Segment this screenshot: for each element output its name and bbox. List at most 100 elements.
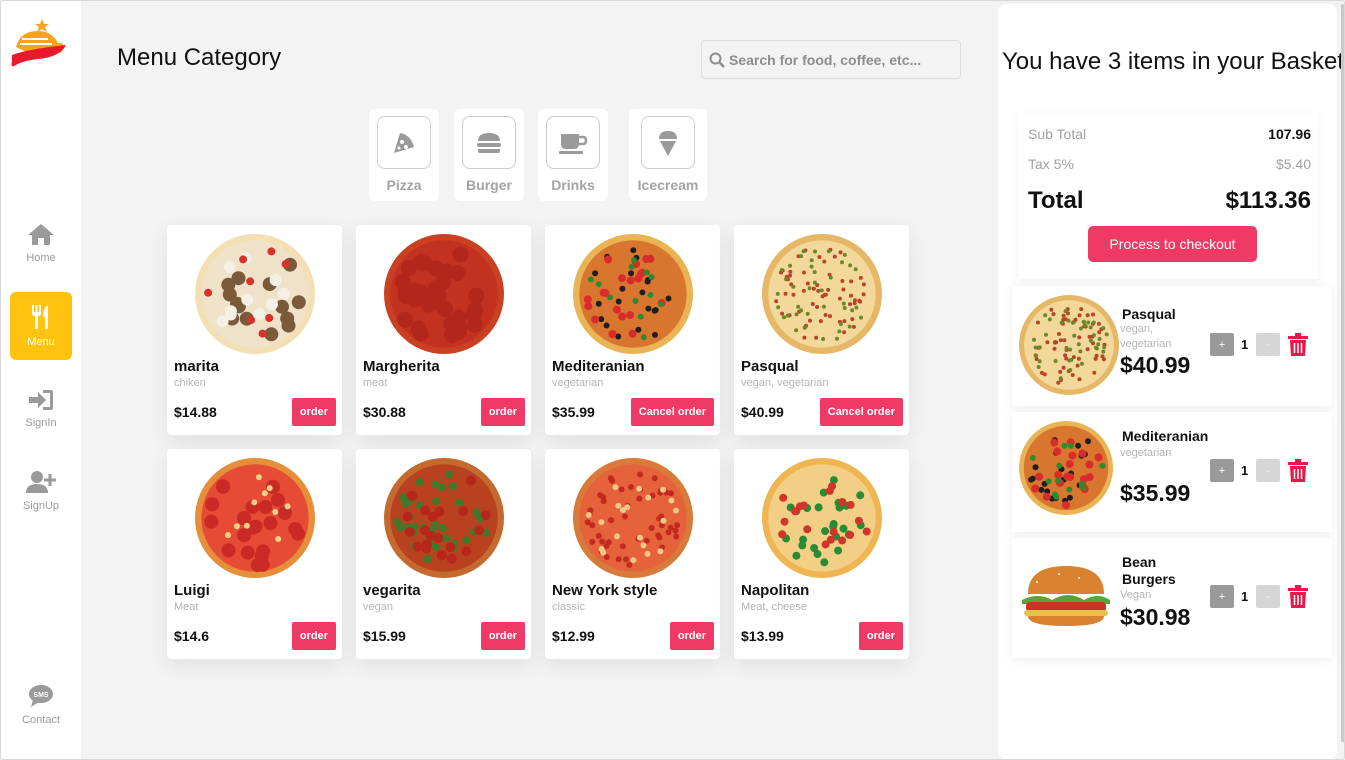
pizza-image xyxy=(1018,294,1120,401)
basket-item-tag: Vegan xyxy=(1120,589,1152,601)
basket-item: Mediteranian vegetarian $35.99 + 1 - xyxy=(1012,412,1332,532)
product-name: Mediteranian xyxy=(552,358,645,375)
basket-summary: Sub Total 107.96 Tax 5% $5.40 Total $113… xyxy=(1018,114,1318,279)
logo xyxy=(11,19,66,67)
pizza-image xyxy=(761,457,883,584)
pizza-image xyxy=(383,233,505,360)
total-row: Total $113.36 xyxy=(1028,187,1311,215)
quantity-value: 1 xyxy=(1241,463,1249,478)
sidebar: Home Menu SignIn SignUp SMS Contact xyxy=(1,1,81,759)
sms-icon: SMS xyxy=(29,685,53,707)
product-card: marita chiken $14.88 order xyxy=(167,225,342,435)
product-price: $35.99 xyxy=(552,404,595,420)
icecream-icon xyxy=(659,130,677,156)
total-value: $113.36 xyxy=(1225,187,1311,214)
product-card: Margherita meat $30.88 order xyxy=(356,225,531,435)
basket-item-name: Mediteranian xyxy=(1122,428,1209,444)
category-icon-box xyxy=(462,116,516,169)
pizza-image xyxy=(761,233,883,360)
product-card: Luigi Meat $14.6 order xyxy=(167,449,342,659)
product-name: Pasqual xyxy=(741,358,799,375)
basket-item-tag: vegan, vegetarian xyxy=(1120,323,1172,350)
trash-icon[interactable] xyxy=(1287,585,1309,609)
subtotal-value: 107.96 xyxy=(1268,126,1311,142)
basket-panel: You have 3 items in your Basket Sub Tota… xyxy=(998,4,1344,759)
product-price: $14.6 xyxy=(174,628,210,644)
fork-knife-icon xyxy=(32,305,48,329)
pizza-image xyxy=(383,457,505,584)
pizza-image xyxy=(1018,420,1114,521)
basket-item: Pasqual vegan, vegetarian $40.99 + 1 - xyxy=(1012,286,1332,406)
product-tag: vegetarian xyxy=(552,377,604,389)
nav-signin[interactable]: SignIn xyxy=(10,375,72,443)
product-card: New York style classic $12.99 order xyxy=(545,449,720,659)
category-icon-box xyxy=(546,116,600,169)
product-card: Mediteranian vegetarian $35.99 Cancel or… xyxy=(545,225,720,435)
total-label: Total xyxy=(1028,187,1084,214)
basket-item-price: $40.99 xyxy=(1120,352,1191,378)
coffee-cup-icon xyxy=(559,133,588,154)
product-tag: chiken xyxy=(174,377,206,389)
order-button[interactable]: order xyxy=(669,622,714,650)
nav-home-label: Home xyxy=(26,252,56,264)
order-button[interactable]: order xyxy=(291,622,336,650)
page-title: Menu Category xyxy=(117,44,282,71)
basket-item-price: $35.99 xyxy=(1120,480,1191,506)
nav-menu[interactable]: Menu xyxy=(10,292,72,360)
product-price: $30.88 xyxy=(363,404,406,420)
product-card: Napolitan Meat, cheese $13.99 order xyxy=(734,449,909,659)
nav-signup-label: SignUp xyxy=(22,500,60,512)
nav-signup[interactable]: SignUp xyxy=(10,457,72,525)
pizza-image xyxy=(572,457,694,584)
burger-image xyxy=(1018,560,1114,635)
decrease-qty-button[interactable]: - xyxy=(1256,585,1280,608)
subtotal-row: Sub Total 107.96 xyxy=(1028,126,1311,142)
category-pizza[interactable]: Pizza xyxy=(369,109,439,201)
increase-qty-button[interactable]: + xyxy=(1210,459,1234,482)
order-button[interactable]: order xyxy=(291,398,336,426)
product-name: New York style xyxy=(552,582,658,599)
nav-home[interactable]: Home xyxy=(10,209,72,277)
product-price: $12.99 xyxy=(552,628,595,644)
subtotal-label: Sub Total xyxy=(1028,126,1087,142)
basket-item-name: Bean Burgers xyxy=(1122,554,1176,587)
decrease-qty-button[interactable]: - xyxy=(1256,333,1280,356)
order-button[interactable]: order xyxy=(480,622,525,650)
product-price: $15.99 xyxy=(363,628,406,644)
scrollbar[interactable] xyxy=(1341,4,1344,742)
basket-item-tag: vegetarian xyxy=(1120,447,1172,459)
product-name: Napolitan xyxy=(741,582,810,599)
category-icecream[interactable]: Icecream xyxy=(629,109,707,201)
category-label: Drinks xyxy=(551,177,595,193)
cancel-order-button[interactable]: Cancel order xyxy=(819,398,903,426)
nav-menu-label: Menu xyxy=(27,336,55,348)
nav-signin-label: SignIn xyxy=(25,417,57,429)
trash-icon[interactable] xyxy=(1287,333,1309,357)
checkout-button[interactable]: Process to checkout xyxy=(1088,226,1257,262)
decrease-qty-button[interactable]: - xyxy=(1256,459,1280,482)
burger-icon xyxy=(477,132,501,153)
add-user-icon xyxy=(26,471,56,493)
search-input[interactable] xyxy=(729,51,954,68)
product-tag: classic xyxy=(552,601,586,613)
pizza-image xyxy=(194,457,316,584)
category-burger[interactable]: Burger xyxy=(454,109,524,201)
product-name: Luigi xyxy=(174,582,210,599)
product-tag: meat xyxy=(363,377,388,389)
search-box[interactable] xyxy=(701,40,961,79)
order-button[interactable]: order xyxy=(858,622,903,650)
order-button[interactable]: order xyxy=(480,398,525,426)
nav-contact[interactable]: SMS Contact xyxy=(10,671,72,739)
increase-qty-button[interactable]: + xyxy=(1210,585,1234,608)
product-price: $14.88 xyxy=(174,404,217,420)
product-name: vegarita xyxy=(363,582,421,599)
category-drinks[interactable]: Drinks xyxy=(538,109,608,201)
product-price: $40.99 xyxy=(741,404,784,420)
home-icon xyxy=(28,224,54,245)
increase-qty-button[interactable]: + xyxy=(1210,333,1234,356)
category-label: Burger xyxy=(466,177,512,193)
trash-icon[interactable] xyxy=(1287,459,1309,483)
cancel-order-button[interactable]: Cancel order xyxy=(630,398,714,426)
product-name: Margherita xyxy=(363,358,440,375)
category-label: Icecream xyxy=(637,177,699,193)
